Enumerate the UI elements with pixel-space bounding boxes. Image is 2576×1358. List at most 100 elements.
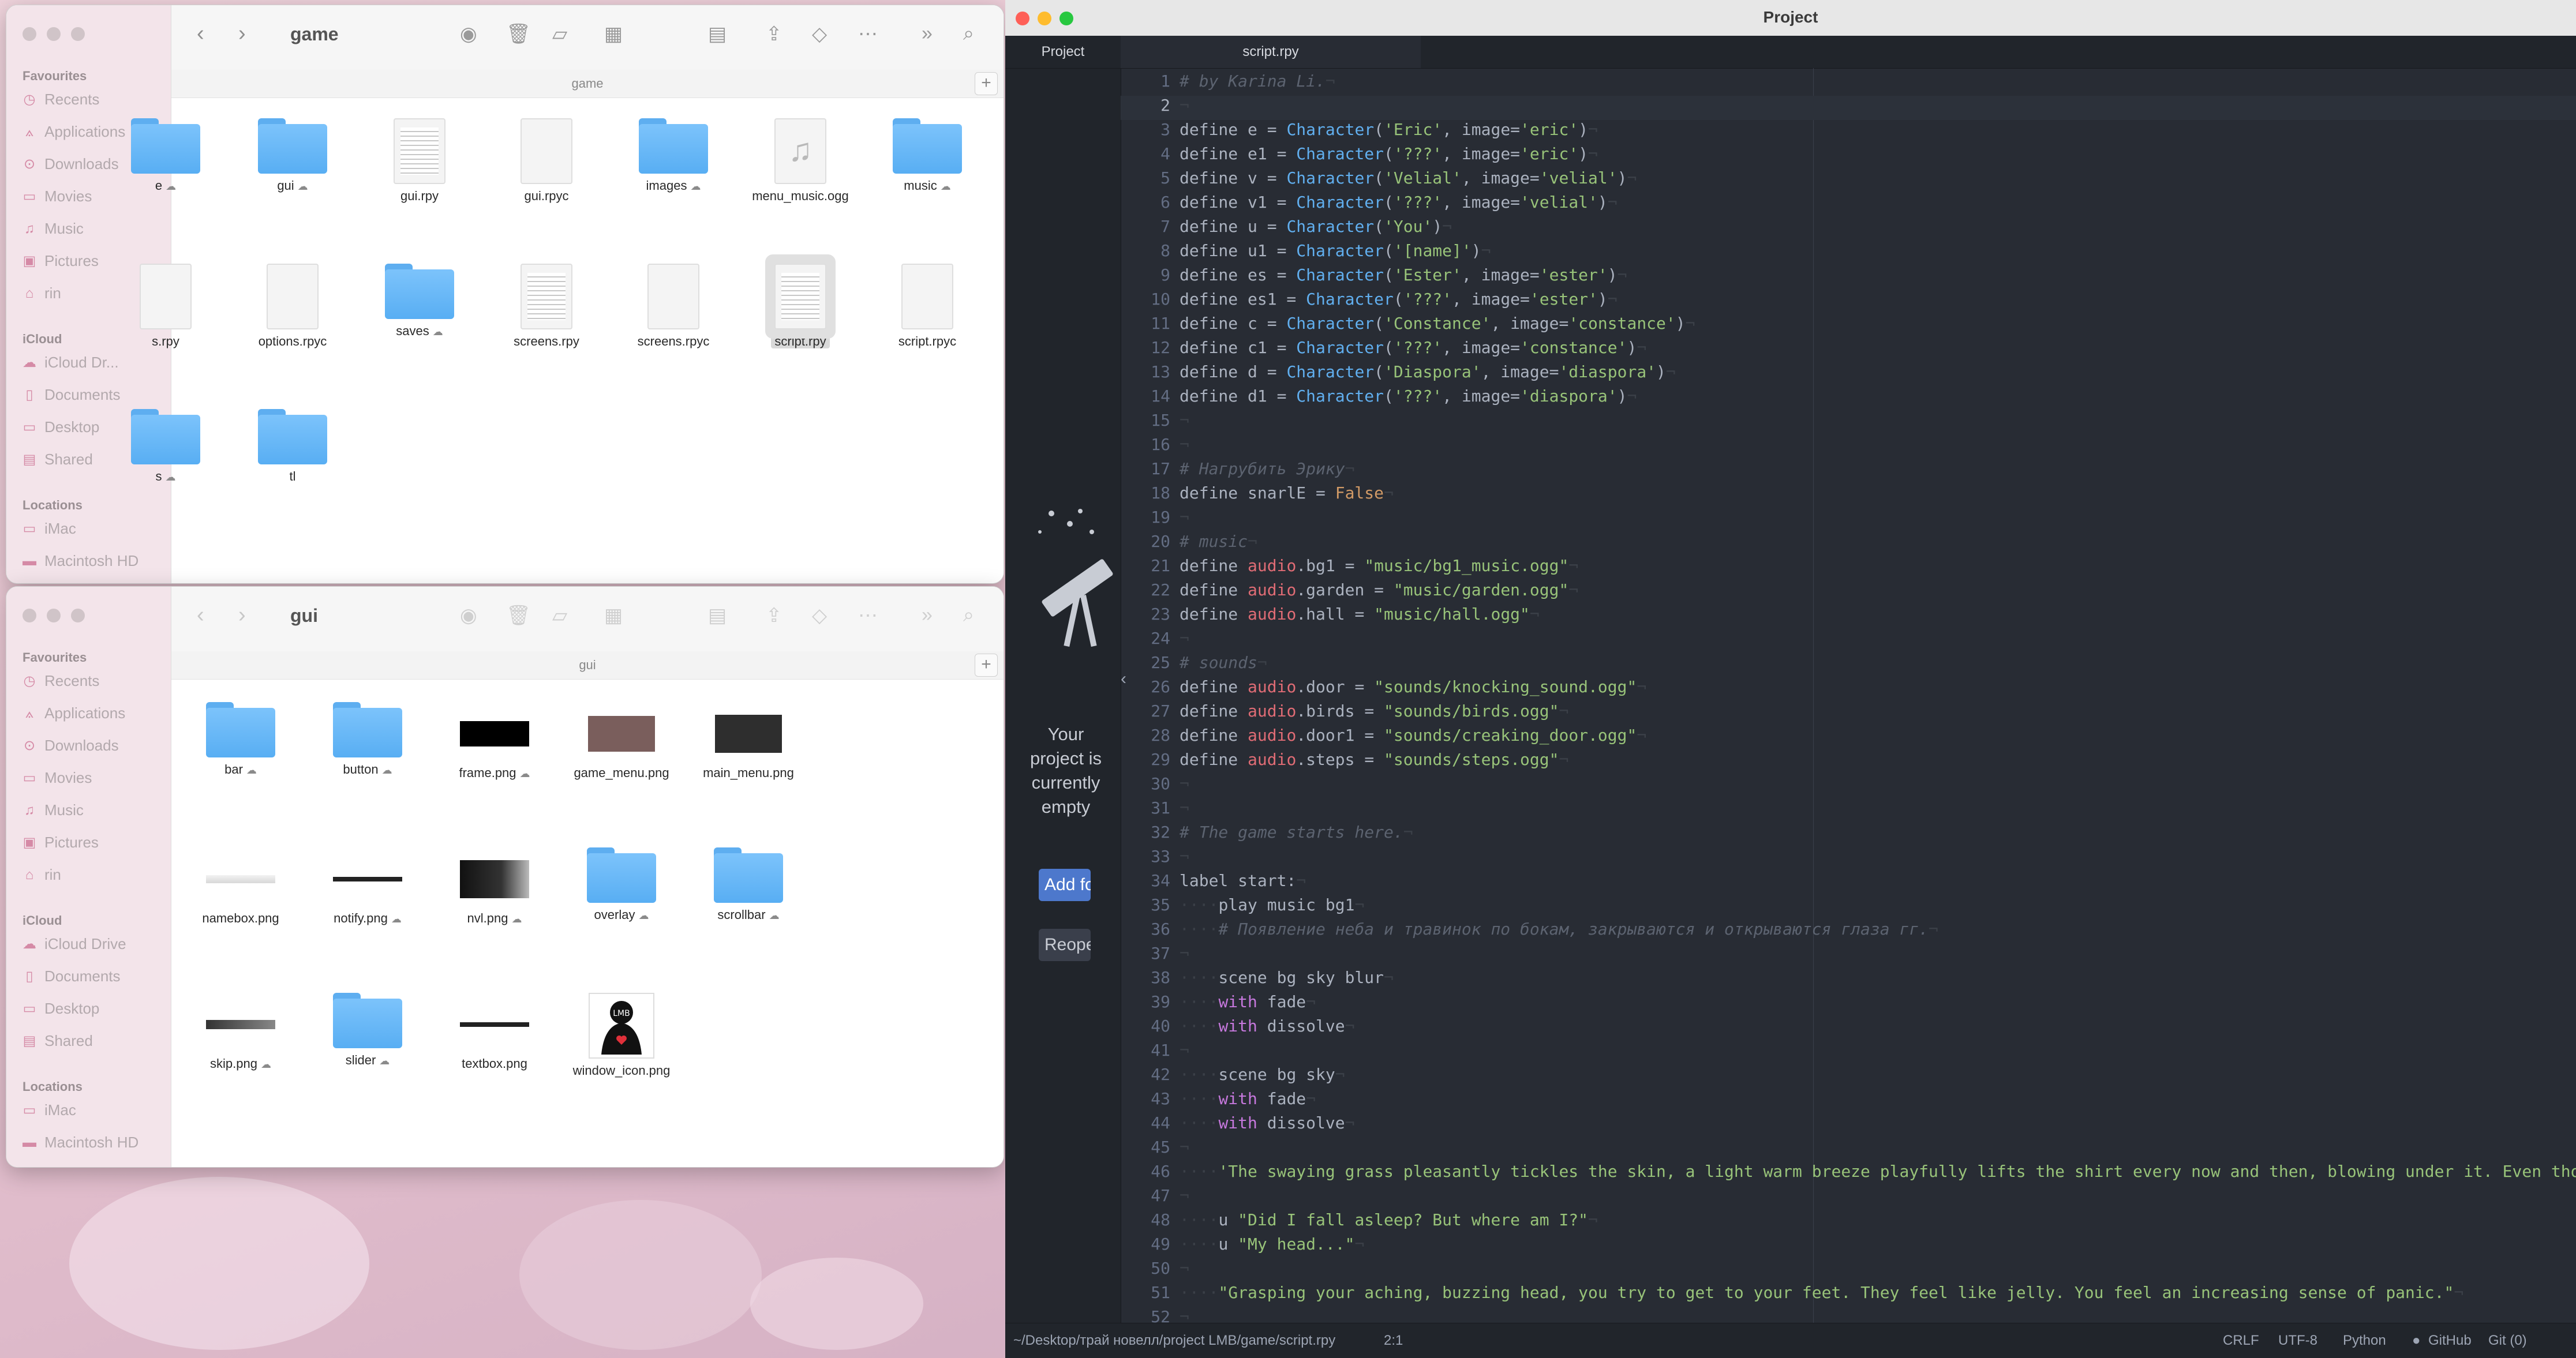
code-line[interactable]: define audio.door1 = "sounds/creaking_do… (1180, 726, 1646, 745)
code-line[interactable]: define audio.hall = "music/hall.ogg"¬ (1180, 605, 1540, 624)
code-line[interactable]: define e = Character('Eric', image='eric… (1180, 120, 1598, 139)
code-line[interactable]: ¬ (1180, 1186, 1189, 1205)
more-icon[interactable]: ⋯ (858, 22, 878, 46)
code-line[interactable]: define c1 = Character('???', image='cons… (1180, 338, 1646, 357)
forward-icon[interactable]: › (238, 21, 246, 46)
code-line[interactable]: define audio.birds = "sounds/birds.ogg"¬ (1180, 701, 1568, 721)
code-line[interactable]: label start:¬ (1180, 871, 1306, 890)
code-editor[interactable]: 1 # by Karina Li.¬ 2 ¬ 3 define e = Character… (1121, 68, 2576, 1323)
github-label[interactable]: GitHub (2428, 1323, 2472, 1358)
code-line[interactable]: # The game starts here.¬ (1180, 823, 1413, 842)
code-line[interactable]: ····'The swaying grass pleasantly tickle… (1180, 1162, 2576, 1181)
file-item[interactable]: textbox.png (437, 993, 552, 1071)
code-line[interactable]: define c = Character('Constance', image=… (1180, 314, 1695, 333)
file-item[interactable]: gui.rpy (362, 118, 477, 204)
file-item[interactable]: overlay ☁ (564, 847, 679, 922)
sidebar-item-home[interactable]: ⌂ rin (23, 866, 61, 884)
code-line[interactable]: ¬ (1180, 435, 1189, 454)
minimize-button[interactable] (47, 609, 61, 622)
sidebar-item-imac[interactable]: ▭ iMac (23, 520, 76, 538)
code-line[interactable]: # Нагрубить Эрику¬ (1180, 459, 1354, 478)
forward-icon[interactable]: › (238, 603, 246, 628)
file-item[interactable]: gui.rpyc (489, 118, 604, 204)
file-item[interactable]: e ☁ (108, 118, 223, 193)
code-line[interactable]: ¬ (1180, 1138, 1189, 1157)
file-item[interactable]: tl (235, 409, 350, 484)
code-line[interactable]: ¬ (1180, 774, 1189, 793)
line-ending[interactable]: CRLF (2223, 1323, 2259, 1358)
code-line[interactable]: define e1 = Character('???', image='eric… (1180, 144, 1598, 163)
back-icon[interactable]: ‹ (197, 21, 204, 46)
code-line[interactable]: ¬ (1180, 96, 1189, 115)
file-item[interactable]: LMB window_icon.png (564, 993, 679, 1078)
minimize-button[interactable] (47, 27, 61, 41)
tag-icon[interactable]: ◇ (812, 604, 827, 627)
sidebar-item-documents[interactable]: ▯ Documents (23, 967, 120, 985)
zoom-button[interactable] (71, 609, 85, 622)
search-icon[interactable]: ⌕ (963, 604, 974, 627)
github-icon[interactable]: ● (2412, 1323, 2421, 1358)
file-item[interactable]: s.rpy (108, 264, 223, 349)
sidebar-item-shared[interactable]: ▤ Shared (23, 1032, 93, 1050)
file-item[interactable]: nvl.png ☁ (437, 847, 552, 926)
sidebar-item-movies[interactable]: ▭ Movies (23, 769, 92, 787)
code-line[interactable]: define d1 = Character('???', image='dias… (1180, 387, 1637, 406)
back-icon[interactable]: ‹ (197, 603, 204, 628)
sidebar-item-icloud-drive[interactable]: ☁ iCloud Dr... (23, 354, 119, 372)
view-grid-icon[interactable]: ▦ (604, 22, 623, 46)
code-line[interactable]: define es = Character('Ester', image='es… (1180, 265, 1627, 284)
view-grid-icon[interactable]: ▦ (604, 604, 623, 627)
new-folder-icon[interactable]: ▱ (552, 22, 567, 46)
sidebar-item-music[interactable]: ♫ Music (23, 801, 84, 819)
new-tab-button[interactable]: + (975, 72, 998, 95)
sidebar-item-recents[interactable]: ◷ Recents (23, 91, 100, 108)
file-item[interactable]: saves ☁ (362, 264, 477, 339)
search-icon[interactable]: ⌕ (963, 22, 974, 45)
code-line[interactable]: ····play music bg1¬ (1180, 895, 1364, 914)
close-button[interactable] (23, 27, 36, 41)
file-item[interactable]: notify.png ☁ (310, 847, 425, 926)
new-folder-icon[interactable]: ▱ (552, 604, 567, 627)
reopen-project-button[interactable]: Reopen project (1039, 929, 1091, 961)
code-line[interactable]: # by Karina Li.¬ (1180, 72, 1335, 91)
file-item[interactable]: screens.rpy (489, 264, 604, 349)
file-item[interactable]: screens.rpyc (616, 264, 731, 349)
sidebar-item-shared[interactable]: ▤ Shared (23, 451, 93, 468)
file-item[interactable]: options.rpyc (235, 264, 350, 349)
file-item[interactable]: scrollbar ☁ (691, 847, 806, 922)
sidebar-item-pictures[interactable]: ▣ Pictures (23, 252, 99, 270)
code-line[interactable]: define v = Character('Velial', image='ve… (1180, 168, 1637, 187)
tab-project[interactable]: Project (1005, 36, 1121, 69)
file-item[interactable]: main_menu.png (691, 702, 806, 781)
tab-script-rpy[interactable]: script.rpy (1121, 36, 1421, 68)
sidebar-item-recents[interactable]: ◷ Recents (23, 672, 100, 690)
code-line[interactable]: define audio.bg1 = "music/bg1_music.ogg"… (1180, 556, 1578, 575)
code-line[interactable]: # music¬ (1180, 532, 1257, 551)
share-icon[interactable]: ⇪ (766, 604, 782, 627)
code-line[interactable]: ¬ (1180, 847, 1189, 866)
code-line[interactable]: define v1 = Character('???', image='veli… (1180, 193, 1618, 212)
code-line[interactable]: ¬ (1180, 798, 1189, 817)
file-item[interactable]: game_menu.png (564, 702, 679, 781)
code-line[interactable]: ¬ (1180, 1259, 1189, 1278)
file-item[interactable]: skip.png ☁ (183, 993, 298, 1071)
code-line[interactable]: ¬ (1180, 1041, 1189, 1060)
trash-icon[interactable]: 🗑︎ (506, 22, 531, 46)
encoding[interactable]: UTF-8 (2278, 1323, 2317, 1358)
file-item[interactable]: images ☁ (616, 118, 731, 193)
new-tab-button[interactable]: + (975, 654, 998, 677)
sidebar-item-applications[interactable]: ⟑ Applications (23, 704, 126, 722)
trash-icon[interactable]: 🗑︎ (506, 604, 531, 627)
code-line[interactable]: ¬ (1180, 629, 1189, 648)
code-line[interactable]: ¬ (1180, 944, 1189, 963)
file-item[interactable]: namebox.png (183, 847, 298, 926)
code-line[interactable]: ¬ (1180, 1307, 1189, 1323)
file-item[interactable]: frame.png ☁ (437, 702, 552, 781)
file-item[interactable]: script.rpy (743, 264, 858, 349)
file-item[interactable]: gui ☁ (235, 118, 350, 193)
code-line[interactable]: define es1 = Character('???', image='est… (1180, 290, 1618, 309)
code-line[interactable]: ····with fade¬ (1180, 992, 1316, 1011)
code-line[interactable]: ····with dissolve¬ (1180, 1016, 1354, 1036)
code-line[interactable]: ¬ (1180, 508, 1189, 527)
file-item[interactable]: slider ☁ (310, 993, 425, 1068)
